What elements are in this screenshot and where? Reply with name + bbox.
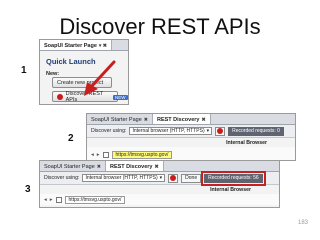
tab-close-icon[interactable]: ✖ — [201, 117, 205, 123]
url-input[interactable]: https://tmsvg.uspto.gov/ — [64, 195, 126, 204]
step-3-label: 3 — [25, 184, 31, 195]
browser-select[interactable]: Internal browser (HTTP, HTTPS) ▾ — [129, 127, 213, 135]
discovery-toolbar: Discover using: Internal browser (HTTP, … — [87, 125, 295, 138]
tab-label: REST Discovery — [156, 117, 200, 123]
internal-browser-title: Internal Browser — [210, 186, 251, 193]
record-icon — [170, 175, 177, 181]
page-number: 183 — [297, 220, 308, 226]
record-button[interactable] — [215, 126, 226, 136]
browser-header: Internal Browser — [87, 138, 295, 147]
tab-bar: SoapUI Starter Page ▾ ✖ — [40, 40, 128, 51]
discover-using-label: Discover using: — [91, 128, 127, 134]
tab-close-icon[interactable]: ✖ — [154, 164, 158, 170]
done-button[interactable]: Done — [181, 173, 202, 183]
checkbox[interactable] — [102, 152, 109, 158]
tab-starter-page[interactable]: SoapUI Starter Page ✖ — [40, 161, 106, 171]
tab-starter-page[interactable]: SoapUI Starter Page ✖ — [87, 114, 153, 124]
rest-discovery-panel-before: SoapUI Starter Page ✖ REST Discovery ✖ Dis… — [86, 113, 296, 151]
tab-close-icon[interactable]: ✖ — [97, 164, 101, 170]
tab-close-icon[interactable]: ▾ ✖ — [99, 43, 107, 49]
step-1-label: 1 — [21, 65, 27, 76]
url-input[interactable]: https://tmsvg.uspto.gov/ — [111, 151, 173, 159]
tab-close-icon[interactable]: ✖ — [144, 117, 148, 123]
rest-discovery-panel-after: SoapUI Starter Page ✖ REST Discovery ✖ Dis… — [39, 160, 280, 208]
tab-rest-discovery[interactable]: REST Discovery ✖ — [152, 114, 211, 124]
browser-select-value: Internal browser (HTTP, HTTPS) — [85, 175, 158, 181]
browser-header: Internal Browser — [40, 185, 279, 194]
record-icon — [57, 93, 63, 100]
url-bar-after: ◂ ▸ https://tmsvg.uspto.gov/ — [40, 194, 279, 205]
discover-using-label: Discover using: — [44, 175, 80, 181]
browser-select[interactable]: Internal browser (HTTP, HTTPS) ▾ — [82, 174, 166, 182]
internal-browser-title: Internal Browser — [226, 139, 267, 146]
record-button[interactable] — [168, 173, 179, 183]
tab-bar: SoapUI Starter Page ✖ REST Discovery ✖ — [87, 114, 295, 125]
tab-label: SoapUI Starter Page — [44, 43, 97, 49]
recorded-requests-status: Recorded requests: 56 — [201, 170, 266, 186]
back-icon[interactable]: ◂ — [44, 197, 47, 203]
discovery-toolbar: Discover using: Internal browser (HTTP, … — [40, 170, 279, 186]
back-icon[interactable]: ◂ — [91, 152, 94, 158]
recorded-requests-status: Recorded requests: 0 — [228, 126, 284, 136]
browser-select-value: Internal browser (HTTP, HTTPS) — [132, 128, 205, 134]
slide-title: Discover REST APIs — [59, 14, 261, 39]
tab-rest-discovery[interactable]: REST Discovery ✖ — [105, 161, 164, 171]
checkbox[interactable] — [55, 196, 62, 203]
chevron-down-icon: ▾ — [159, 175, 163, 181]
tab-label: SoapUI Starter Page — [91, 117, 142, 123]
tab-label: REST Discovery — [109, 164, 153, 170]
tab-bar: SoapUI Starter Page ✖ REST Discovery ✖ — [40, 161, 279, 172]
pointer-arrow-icon — [84, 60, 116, 96]
step-2-label: 2 — [68, 133, 74, 144]
record-icon — [217, 128, 224, 134]
tab-starter-page[interactable]: SoapUI Starter Page ▾ ✖ — [40, 40, 112, 50]
chevron-down-icon: ▾ — [206, 128, 210, 134]
forward-icon[interactable]: ▸ — [97, 152, 100, 158]
forward-icon[interactable]: ▸ — [50, 197, 53, 203]
tab-label: SoapUI Starter Page — [44, 164, 95, 170]
